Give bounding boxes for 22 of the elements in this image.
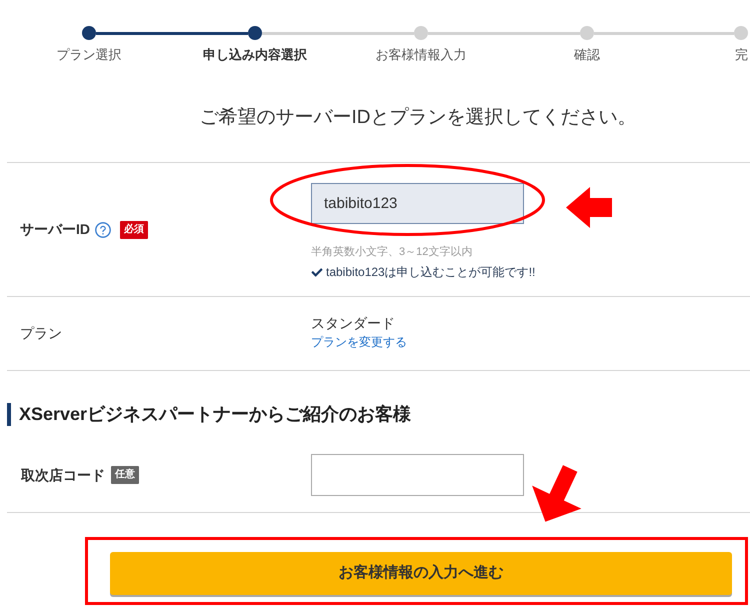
help-icon[interactable] <box>94 220 112 238</box>
step-label: 確認 <box>574 46 600 64</box>
submit-button[interactable]: お客様情報の入力へ進む <box>110 552 732 595</box>
field-label: 取次店コード <box>21 466 105 484</box>
change-plan-link[interactable]: プランを変更する <box>311 334 407 350</box>
field-label: サーバーID <box>20 220 90 239</box>
left-arrow-icon <box>566 187 612 228</box>
page-heading: ご希望のサーバーIDとプランを選択してください。 <box>200 106 636 130</box>
step-label: 完 <box>735 46 748 64</box>
agency-code-field[interactable] <box>311 454 524 496</box>
step-label: お客様情報入力 <box>376 46 466 64</box>
step-label: 申し込み内容選択 <box>203 46 307 64</box>
optional-badge: 任意 <box>111 466 139 484</box>
step-label: プラン選択 <box>56 46 122 64</box>
plan-name: スタンダード <box>311 314 395 333</box>
field-label: プラン <box>20 324 62 343</box>
hint-text: 半角英数小文字、3～12文字以内 <box>311 245 474 259</box>
section-heading: XServerビジネスパートナーからご紹介のお客様 <box>7 403 412 426</box>
required-badge: 必須 <box>120 220 148 238</box>
down-left-arrow-icon <box>531 465 582 522</box>
server-id-field[interactable]: tabibito123 <box>311 183 524 224</box>
availability-message: tabibito123は申し込むことが可能です!! <box>326 264 536 281</box>
